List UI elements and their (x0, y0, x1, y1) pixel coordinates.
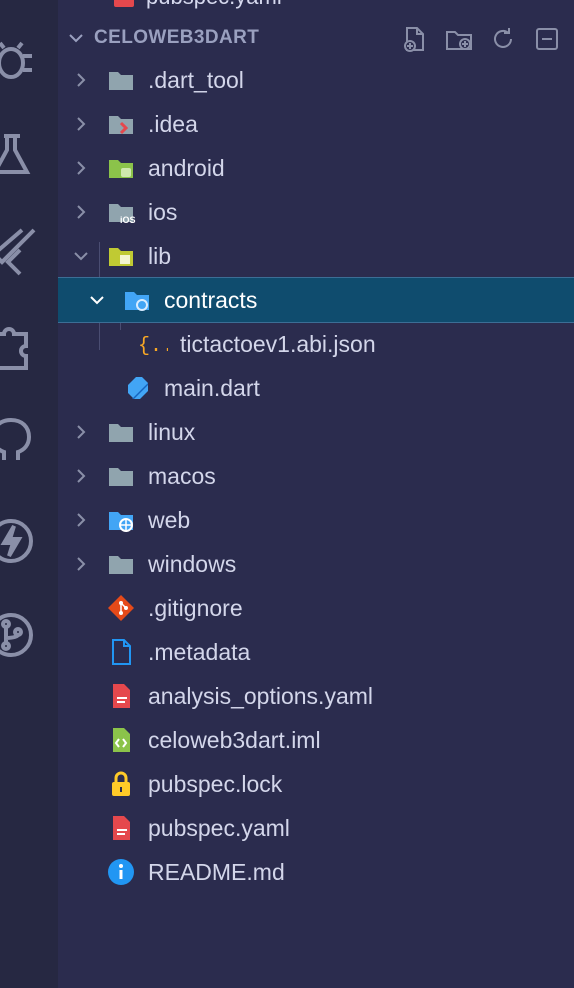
file-tree: .dart_tool .idea android iOS ios lib contracts… (58, 58, 574, 894)
chevron-right-icon[interactable] (68, 111, 94, 137)
tree-item-label: pubspec.yaml (148, 814, 290, 841)
refresh-icon[interactable] (488, 24, 518, 54)
file-row[interactable]: {..} tictactoev1.abi.json (58, 322, 574, 366)
explorer-panel: pubspec.yaml CELOWEB3DART .dart_tool .ide… (58, 0, 574, 988)
tree-item-label: android (148, 154, 225, 181)
chevron-down-icon[interactable] (68, 243, 94, 269)
folder-icon (106, 461, 136, 491)
explorer-actions (400, 24, 562, 54)
chevron-right-icon[interactable] (68, 463, 94, 489)
tree-item-label: .metadata (148, 638, 251, 665)
tree-item-label: celoweb3dart.iml (148, 726, 321, 753)
svg-text:{..}: {..} (138, 335, 168, 358)
folder-row[interactable]: lib (58, 234, 574, 278)
collapse-all-icon[interactable] (532, 24, 562, 54)
chevron-right-icon[interactable] (68, 67, 94, 93)
chevron-right-icon[interactable] (68, 507, 94, 533)
chevron-down-icon[interactable] (58, 29, 94, 47)
web-folder-icon (106, 505, 136, 535)
tree-item-label: windows (148, 550, 237, 577)
folder-row[interactable]: contracts (58, 277, 574, 323)
yaml-file-icon (106, 813, 136, 843)
tree-item-label: ios (148, 198, 178, 225)
extensions-icon[interactable] (0, 322, 36, 372)
previous-item[interactable]: pubspec.yaml (114, 0, 282, 10)
tree-item-label: .gitignore (148, 594, 243, 621)
tree-item-label: web (148, 506, 191, 533)
folder-icon (106, 65, 136, 95)
git-icon (106, 593, 136, 623)
source-control-icon[interactable] (0, 610, 36, 660)
explorer-section-header[interactable]: CELOWEB3DART (58, 18, 574, 58)
new-folder-icon[interactable] (444, 24, 474, 54)
previous-item-label: pubspec.yaml (146, 0, 282, 10)
folder-row[interactable]: macos (58, 454, 574, 498)
tree-item-label: pubspec.lock (148, 770, 283, 797)
folder-row[interactable]: .idea (58, 102, 574, 146)
tree-item-label: README.md (148, 858, 285, 885)
tree-item-label: .idea (148, 110, 198, 137)
tree-item-label: main.dart (164, 374, 260, 401)
dart-file-icon (122, 373, 152, 403)
folder-icon (106, 549, 136, 579)
lib-folder-icon (106, 241, 136, 271)
file-row[interactable]: README.md (58, 850, 574, 894)
yaml-file-icon (114, 0, 134, 7)
testing-icon[interactable] (0, 130, 36, 180)
debug-icon[interactable] (0, 36, 36, 86)
flutter-icon[interactable] (0, 226, 36, 276)
svg-text:iOS: iOS (120, 215, 136, 225)
contracts-folder-icon (122, 285, 152, 315)
file-row[interactable]: pubspec.lock (58, 762, 574, 806)
file-row[interactable]: .metadata (58, 630, 574, 674)
folder-row[interactable]: windows (58, 542, 574, 586)
file-row[interactable]: pubspec.yaml (58, 806, 574, 850)
info-icon (106, 857, 136, 887)
file-row[interactable]: .gitignore (58, 586, 574, 630)
yaml-file-icon (106, 681, 136, 711)
ios-folder-icon: iOS (106, 197, 136, 227)
github-icon[interactable] (0, 414, 36, 464)
file-icon (106, 637, 136, 667)
section-title: CELOWEB3DART (94, 27, 260, 48)
tree-item-label: contracts (164, 286, 258, 313)
json-file-icon: {..} (138, 329, 168, 359)
tree-item-label: linux (148, 418, 196, 445)
tree-item-label: tictactoev1.abi.json (180, 330, 376, 357)
folder-row[interactable]: iOS ios (58, 190, 574, 234)
tree-item-label: macos (148, 462, 216, 489)
tree-item-label: .dart_tool (148, 66, 244, 93)
chevron-right-icon[interactable] (68, 551, 94, 577)
folder-row[interactable]: android (58, 146, 574, 190)
iml-file-icon (106, 725, 136, 755)
lock-icon (106, 769, 136, 799)
chevron-down-icon[interactable] (84, 287, 110, 313)
chevron-right-icon[interactable] (68, 155, 94, 181)
chevron-right-icon[interactable] (68, 419, 94, 445)
tree-item-label: lib (148, 242, 172, 269)
android-folder-icon (106, 153, 136, 183)
idea-folder-icon (106, 109, 136, 139)
file-row[interactable]: celoweb3dart.iml (58, 718, 574, 762)
folder-row[interactable]: linux (58, 410, 574, 454)
activity-bar (0, 0, 59, 988)
tree-item-label: analysis_options.yaml (148, 682, 374, 709)
folder-row[interactable]: web (58, 498, 574, 542)
file-row[interactable]: main.dart (58, 366, 574, 410)
lightning-icon[interactable] (0, 516, 36, 566)
folder-icon (106, 417, 136, 447)
chevron-right-icon[interactable] (68, 199, 94, 225)
folder-row[interactable]: .dart_tool (58, 58, 574, 102)
new-file-icon[interactable] (400, 24, 430, 54)
file-row[interactable]: analysis_options.yaml (58, 674, 574, 718)
